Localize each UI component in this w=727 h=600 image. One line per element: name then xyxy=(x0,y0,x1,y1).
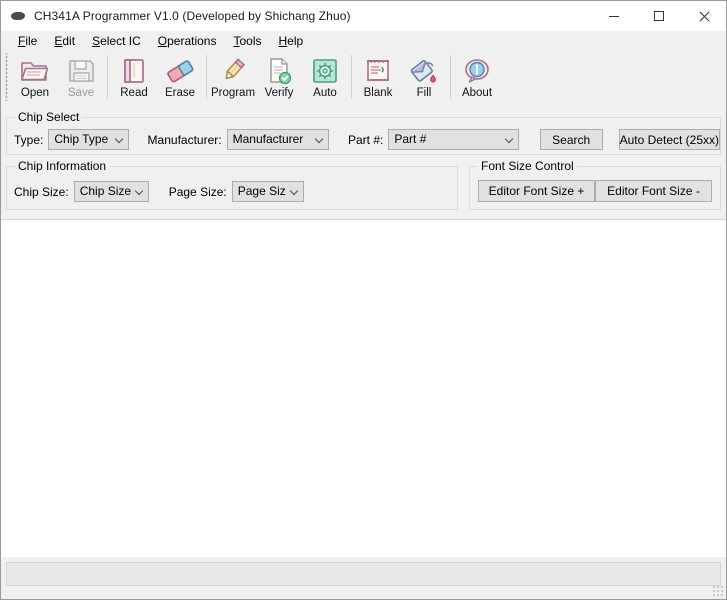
toolbar-separator xyxy=(206,55,207,99)
toolbar-button-open[interactable]: Open xyxy=(12,53,58,103)
font-size-control-title: Font Size Control xyxy=(478,159,577,173)
chip-size-value: Chip Size xyxy=(79,184,131,198)
toolbar-button-read[interactable]: Read xyxy=(111,53,157,103)
close-button[interactable] xyxy=(681,1,726,31)
chevron-down-icon[interactable] xyxy=(311,130,328,149)
toolbar-button-verify[interactable]: Verify xyxy=(256,53,302,103)
title-bar[interactable]: CH341A Programmer V1.0 (Developed by Shi… xyxy=(1,1,726,31)
toolbar-drag-handle[interactable] xyxy=(3,53,11,101)
part-number-label: Part #: xyxy=(348,132,384,147)
minimize-icon xyxy=(608,15,619,17)
manufacturer-combobox[interactable]: Manufacturer xyxy=(226,129,329,150)
status-bar xyxy=(1,557,726,599)
toolbar-label-save: Save xyxy=(67,87,95,99)
chevron-down-icon[interactable] xyxy=(501,130,518,149)
notepad-icon xyxy=(367,60,389,81)
maximize-icon xyxy=(653,11,664,21)
paint-bucket-icon xyxy=(410,60,436,83)
toolbar-label-auto: Auto xyxy=(313,87,337,99)
toolbar-label-about: About xyxy=(461,87,493,99)
book-icon xyxy=(124,59,144,83)
type-label: Type: xyxy=(14,132,44,147)
chevron-down-icon[interactable] xyxy=(286,182,303,201)
manufacturer-value: Manufacturer xyxy=(232,132,304,146)
part-number-combobox[interactable]: Part # xyxy=(388,129,519,150)
chip-select-title: Chip Select xyxy=(15,110,83,124)
open-folder-icon xyxy=(21,62,49,81)
toolbar-separator xyxy=(351,55,352,99)
toolbar-separator xyxy=(107,55,108,99)
toolbar-label-blank: Blank xyxy=(363,87,393,99)
menu-item-operations[interactable]: Operations xyxy=(150,32,226,51)
toolbar-button-save[interactable]: Save xyxy=(58,53,104,103)
info-bubble-icon xyxy=(465,59,489,83)
chip-type-value: Chip Type xyxy=(54,132,109,146)
toolbar: Open Save Read Erase Program Verify Auto… xyxy=(1,51,726,107)
resize-grip-icon[interactable] xyxy=(712,585,724,597)
hex-editor-area[interactable] xyxy=(1,219,726,557)
chip-size-label: Chip Size: xyxy=(14,184,69,199)
page-size-label: Page Size: xyxy=(168,184,227,199)
page-size-value: Page Size xyxy=(237,184,286,198)
application-window: CH341A Programmer V1.0 (Developed by Shi… xyxy=(0,0,727,600)
editor-font-size-decrease-button[interactable]: Editor Font Size - xyxy=(595,180,712,202)
pencil-icon xyxy=(225,58,246,80)
window-title: CH341A Programmer V1.0 (Developed by Shi… xyxy=(34,9,351,23)
toolbar-button-program[interactable]: Program xyxy=(210,53,256,103)
floppy-disk-icon xyxy=(69,60,94,82)
toolbar-label-fill: Fill xyxy=(416,87,432,99)
menu-item-help[interactable]: Help xyxy=(271,32,313,51)
chip-information-group: Chip Information Chip Size: Chip Size Pa… xyxy=(6,159,458,210)
part-number-value: Part # xyxy=(394,132,427,146)
page-size-combobox[interactable]: Page Size xyxy=(231,181,304,202)
auto-detect-button[interactable]: Auto Detect (25xx) xyxy=(618,129,720,150)
menu-bar: File Edit Select IC Operations Tools Hel… xyxy=(1,31,726,51)
toolbar-label-open: Open xyxy=(20,87,50,99)
toolbar-label-program: Program xyxy=(210,87,256,99)
menu-item-edit[interactable]: Edit xyxy=(46,32,84,51)
minimize-button[interactable] xyxy=(591,1,636,31)
lower-group-row: Chip Information Chip Size: Chip Size Pa… xyxy=(6,159,721,210)
chip-information-title: Chip Information xyxy=(15,159,110,173)
gear-chip-icon xyxy=(313,59,337,83)
window-controls xyxy=(591,1,726,31)
toolbar-button-fill[interactable]: Fill xyxy=(401,53,447,103)
editor-font-size-increase-button[interactable]: Editor Font Size + xyxy=(478,180,595,202)
chevron-down-icon[interactable] xyxy=(111,130,128,149)
font-size-control-group: Font Size Control Editor Font Size + Edi… xyxy=(469,159,721,210)
toolbar-button-erase[interactable]: Erase xyxy=(157,53,203,103)
search-button[interactable]: Search xyxy=(539,129,603,150)
toolbar-button-auto[interactable]: Auto xyxy=(302,53,348,103)
chip-icon xyxy=(10,8,26,24)
toolbar-label-erase: Erase xyxy=(164,87,196,99)
menu-item-tools[interactable]: Tools xyxy=(225,32,270,51)
chip-type-combobox[interactable]: Chip Type xyxy=(48,129,129,150)
chip-size-combobox[interactable]: Chip Size xyxy=(73,181,149,202)
menu-item-file[interactable]: File xyxy=(10,32,46,51)
toolbar-label-read: Read xyxy=(120,87,148,99)
maximize-button[interactable] xyxy=(636,1,681,31)
chevron-down-icon[interactable] xyxy=(131,182,148,201)
close-icon xyxy=(698,10,710,22)
manufacturer-label: Manufacturer: xyxy=(147,132,222,147)
toolbar-label-verify: Verify xyxy=(264,87,294,99)
document-check-icon xyxy=(270,58,292,85)
eraser-icon xyxy=(167,60,194,83)
status-message xyxy=(6,562,721,586)
chip-select-group: Chip Select Type: Chip Type Manufacturer… xyxy=(6,110,721,155)
menu-item-select-ic[interactable]: Select IC xyxy=(84,32,150,51)
toolbar-button-about[interactable]: About xyxy=(454,53,500,103)
toolbar-separator xyxy=(450,55,451,99)
toolbar-button-blank[interactable]: Blank xyxy=(355,53,401,103)
